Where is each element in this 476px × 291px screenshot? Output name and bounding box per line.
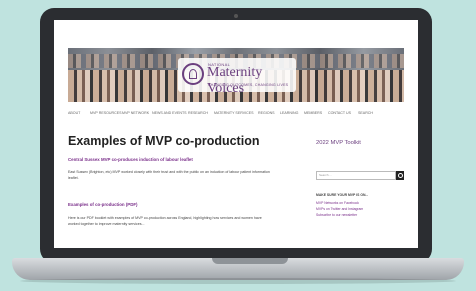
logo-title: Maternity Voices [207, 65, 263, 96]
search-placeholder: Search ... [319, 173, 332, 177]
nav-item[interactable]: MVP RESOURCES [90, 111, 122, 115]
laptop-hinge-notch [212, 258, 288, 264]
paragraph-text: leaflet. [68, 176, 79, 180]
section-heading-link[interactable]: Central Sussex MVP co-produces induction… [68, 157, 193, 162]
nav-item[interactable]: NEWS AND EVENTS [152, 111, 187, 115]
sidebar-link[interactable]: Subscribe to our newsletter [316, 213, 357, 217]
nav-item[interactable]: RESEARCH [188, 111, 208, 115]
section-heading-link[interactable]: Examples of co-production (PDF) [68, 202, 138, 207]
nav-item[interactable]: SEARCH [358, 111, 373, 115]
nav-item[interactable]: ABOUT [68, 111, 80, 115]
paragraph-text: Here is our PDF booklet with examples of… [68, 216, 262, 220]
nav-item[interactable]: LEARNING [280, 111, 298, 115]
header-banner-image: NATIONAL Maternity Voices CHANGING OUTCO… [68, 48, 404, 102]
search-field[interactable]: Search ... [316, 171, 396, 180]
sidebar-link[interactable]: MVPs on Twitter and Instagram [316, 207, 363, 211]
page-top-band [54, 20, 418, 46]
site-logo[interactable]: NATIONAL Maternity Voices CHANGING OUTCO… [178, 58, 296, 96]
maternity-voices-logo-icon [182, 63, 204, 85]
main-navigation: ABOUT MVP RESOURCES MVP NETWORK NEWS AND… [68, 110, 404, 120]
page-title: Examples of MVP co-production [68, 134, 260, 148]
nav-item[interactable]: MVP NETWORK [122, 111, 149, 115]
nav-item[interactable]: MATERNITY SERVICES [214, 111, 254, 115]
sidebar-link[interactable]: MVP Networks on Facebook [316, 201, 359, 205]
paragraph-text: worked together to improve maternity ser… [68, 222, 145, 226]
laptop-shadow [20, 278, 456, 284]
paragraph-text: East Sussex (Brighton, etc) MVP worked c… [68, 170, 270, 174]
logo-tagline: CHANGING OUTCOMES, CHANGING LIVES [208, 83, 289, 87]
laptop-screen: NATIONAL Maternity Voices CHANGING OUTCO… [54, 20, 418, 248]
webcam-icon [234, 14, 238, 18]
search-button[interactable] [396, 171, 404, 180]
sidebar-toolkit-link[interactable]: 2022 MVP Toolkit [316, 140, 361, 146]
nav-item[interactable]: REGIONS [258, 111, 275, 115]
laptop-base [12, 258, 464, 280]
sidebar-list-heading: MAKE SURE YOUR MVP IS ON... [316, 193, 369, 197]
nav-item[interactable]: MEMBERS [304, 111, 322, 115]
nav-item[interactable]: CONTACT US [328, 111, 351, 115]
